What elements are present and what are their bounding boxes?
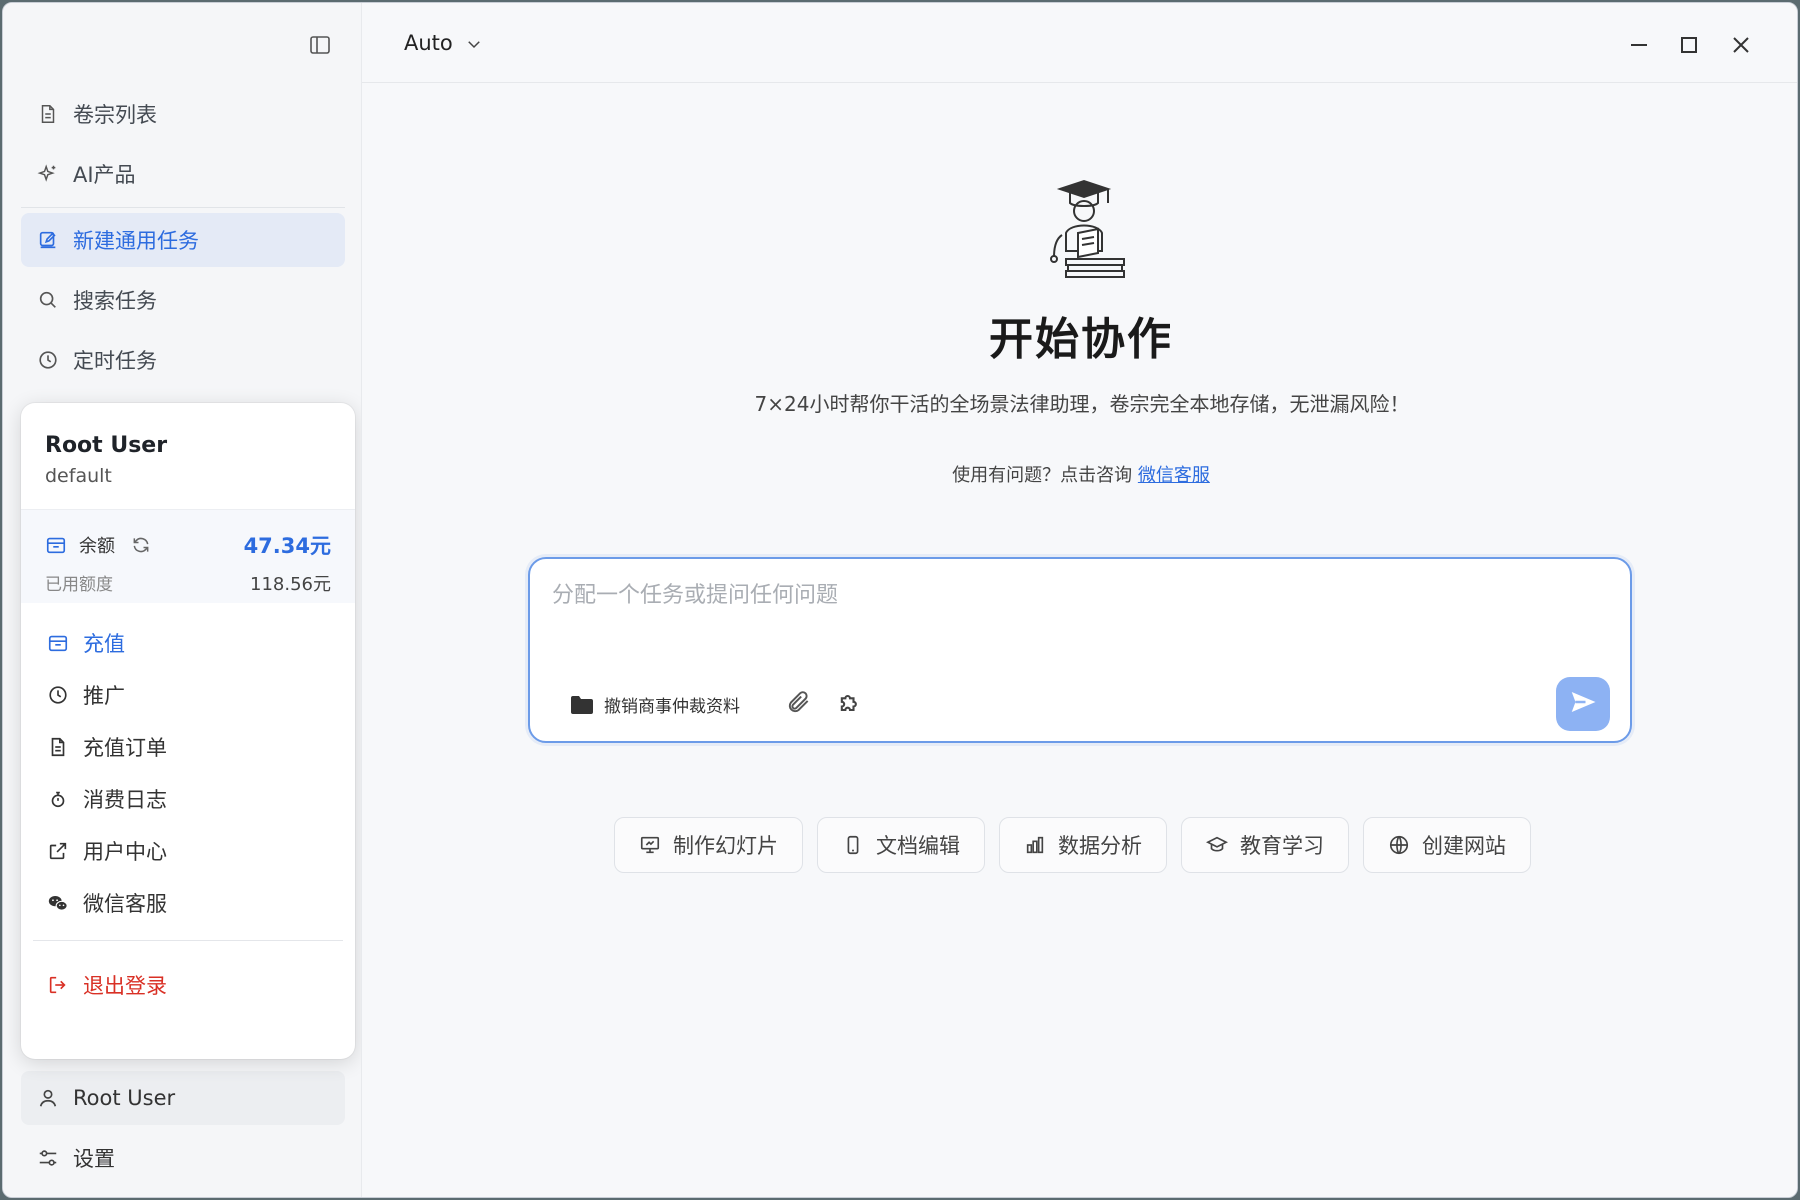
sidebar: 卷宗列表 AI产品 新建通用任务 搜索任务 定时任务 Root User 设置 (3, 3, 361, 1197)
settings-icon (37, 1147, 59, 1169)
help-line: 使用有问题？点击咨询 微信客服 (362, 461, 1797, 487)
external-link-icon (47, 840, 69, 862)
user-group: default (45, 465, 112, 487)
menu-item-label: 充值订单 (83, 736, 167, 760)
wallet-icon (47, 632, 69, 654)
folder-label: 撤销商事仲裁资料 (604, 697, 740, 717)
used-label: 已用额度 (45, 575, 113, 595)
refresh-icon[interactable] (131, 535, 151, 555)
sidebar-item-label: 搜索任务 (73, 289, 157, 313)
folder-icon (570, 695, 594, 715)
quick-action-education[interactable]: 教育学习 (1181, 817, 1349, 873)
case-folder-selector[interactable]: 撤销商事仲裁资料 (570, 692, 740, 717)
used-value: 118.56元 (250, 574, 331, 595)
task-input[interactable] (552, 577, 1592, 637)
send-button[interactable] (1556, 677, 1610, 731)
main-panel: Auto 开始协作 7×24小时帮你干活的全场景法律助理，卷宗完全本地存储，无泄… (361, 3, 1797, 1197)
app-window: 卷宗列表 AI产品 新建通用任务 搜索任务 定时任务 Root User 设置 (2, 2, 1798, 1198)
close-icon[interactable] (1729, 33, 1753, 57)
user-name: Root User (45, 433, 168, 458)
wechat-support-menu-item[interactable]: 微信客服 (31, 877, 345, 929)
balance-panel: 余额 47.34元 已用额度 118.56元 (21, 509, 355, 603)
wechat-support-link[interactable]: 微信客服 (1138, 465, 1210, 486)
search-icon (37, 289, 59, 311)
sidebar-item-scheduled-task[interactable]: 定时任务 (21, 333, 345, 387)
nav-divider (21, 207, 345, 208)
sidebar-settings-button[interactable]: 设置 (21, 1131, 345, 1185)
menu-divider (33, 940, 343, 941)
page-title: 开始协作 (989, 314, 1173, 365)
send-icon (1568, 687, 1598, 721)
quick-action-label: 制作幻灯片 (673, 834, 778, 858)
stopwatch-icon (47, 788, 69, 810)
wallet-icon (45, 534, 67, 556)
lawyer-robot-illustration (1022, 173, 1132, 283)
balance-label: 余额 (79, 536, 115, 557)
sidebar-item-case-list[interactable]: 卷宗列表 (21, 87, 345, 141)
model-selector[interactable]: Auto (404, 31, 483, 55)
sparkle-icon (37, 163, 59, 185)
page-subtitle: 7×24小时帮你干活的全场景法律助理，卷宗完全本地存储，无泄漏风险！ (754, 392, 1410, 416)
balance-value: 47.34元 (243, 534, 331, 558)
logout-icon (47, 974, 69, 996)
sidebar-item-label: 卷宗列表 (73, 103, 157, 127)
presentation-icon (639, 834, 661, 856)
puzzle-icon[interactable] (836, 689, 864, 717)
top-bar: Auto (362, 3, 1797, 83)
quick-action-slides[interactable]: 制作幻灯片 (614, 817, 803, 873)
sidebar-item-label: 新建通用任务 (73, 229, 199, 253)
quick-action-website[interactable]: 创建网站 (1363, 817, 1531, 873)
menu-item-label: 推广 (83, 684, 125, 708)
sidebar-item-search-task[interactable]: 搜索任务 (21, 273, 345, 327)
minimize-icon[interactable] (1627, 33, 1651, 57)
promote-menu-item[interactable]: 推广 (31, 669, 345, 721)
document-icon (47, 736, 69, 758)
quick-action-label: 教育学习 (1240, 834, 1324, 858)
edit-icon (37, 229, 59, 251)
wechat-icon (47, 892, 69, 914)
clock-icon (47, 684, 69, 706)
maximize-icon[interactable] (1677, 33, 1701, 57)
recharge-orders-menu-item[interactable]: 充值订单 (31, 721, 345, 773)
quick-action-label: 数据分析 (1058, 834, 1142, 858)
sidebar-user-button[interactable]: Root User (21, 1071, 345, 1125)
logout-button[interactable]: 退出登录 (31, 959, 345, 1011)
quick-action-data-analysis[interactable]: 数据分析 (999, 817, 1167, 873)
user-icon (37, 1087, 59, 1109)
quick-action-doc-edit[interactable]: 文档编辑 (817, 817, 985, 873)
sidebar-settings-label: 设置 (73, 1147, 115, 1171)
user-center-menu-item[interactable]: 用户中心 (31, 825, 345, 877)
sidebar-item-new-task[interactable]: 新建通用任务 (21, 213, 345, 267)
menu-item-label: 用户中心 (83, 840, 167, 864)
graduation-cap-icon (1205, 834, 1229, 856)
sidebar-item-label: AI产品 (73, 163, 136, 187)
quick-action-label: 文档编辑 (876, 834, 960, 858)
quick-actions: 制作幻灯片 文档编辑 数据分析 教育学习 创建网站 (614, 817, 1531, 873)
task-input-box: 撤销商事仲裁资料 (528, 557, 1632, 743)
help-prefix: 使用有问题？点击咨询 (952, 465, 1138, 486)
sidebar-item-label: 定时任务 (73, 349, 157, 373)
phone-icon (842, 834, 864, 856)
sidebar-toggle-icon[interactable] (308, 33, 332, 57)
model-selector-label: Auto (404, 31, 453, 55)
paperclip-icon[interactable] (786, 689, 812, 715)
sidebar-item-ai-products[interactable]: AI产品 (21, 147, 345, 201)
sidebar-user-label: Root User (73, 1086, 176, 1110)
balance-label-row: 余额 (45, 532, 151, 558)
clock-icon (37, 349, 59, 371)
logout-label: 退出登录 (83, 974, 167, 998)
user-menu-popup: Root User default 余额 47.34元 已用额度 118.56元… (21, 403, 355, 1059)
menu-item-label: 充值 (83, 632, 125, 656)
usage-log-menu-item[interactable]: 消费日志 (31, 773, 345, 825)
globe-icon (1388, 834, 1410, 856)
menu-item-label: 微信客服 (83, 892, 167, 916)
chevron-down-icon (465, 34, 483, 52)
bar-chart-icon (1024, 834, 1046, 856)
menu-item-label: 消费日志 (83, 788, 167, 812)
quick-action-label: 创建网站 (1422, 834, 1506, 858)
document-icon (37, 103, 59, 125)
recharge-menu-item[interactable]: 充值 (31, 617, 345, 669)
